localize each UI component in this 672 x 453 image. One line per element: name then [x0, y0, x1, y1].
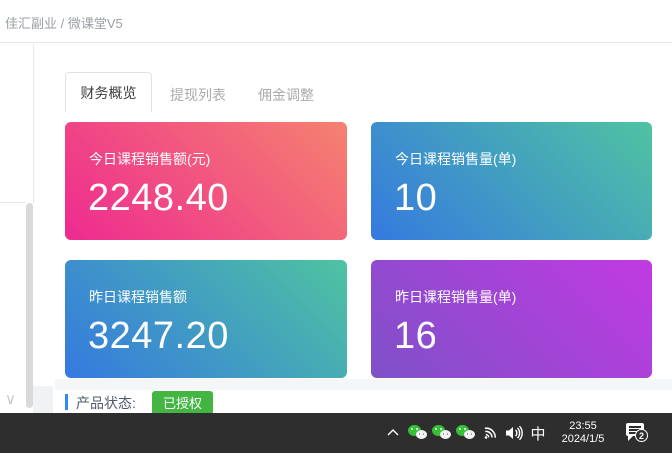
tab-commission-adjust[interactable]: 佣金调整: [258, 85, 314, 105]
wechat-icon[interactable]: [406, 413, 428, 453]
notification-count-badge: 2: [635, 429, 648, 442]
vertical-scrollbar[interactable]: [26, 203, 33, 408]
breadcrumb[interactable]: 佳汇副业 / 微课堂V5: [5, 13, 123, 32]
tray-chevron-up-icon[interactable]: [383, 413, 403, 453]
stat-card-value: 3247.20: [88, 315, 229, 358]
stat-card-label: 昨日课程销售额: [89, 287, 187, 307]
panel-gap: [55, 379, 672, 390]
wechat-icon[interactable]: [454, 413, 476, 453]
top-header: 佳汇副业 / 微课堂V5: [0, 0, 672, 43]
stat-card-label: 昨日课程销售量(单): [395, 287, 516, 307]
wechat-icon[interactable]: [430, 413, 452, 453]
left-panel-border: [33, 44, 34, 203]
section-accent-bar: [65, 394, 68, 410]
stat-card-today-sales-count: 今日课程销售量(单) 10: [371, 122, 652, 240]
stat-card-today-sales-amount: 今日课程销售额(元) 2248.40: [65, 122, 347, 240]
stat-card-yesterday-sales-count: 昨日课程销售量(单) 16: [371, 260, 652, 378]
screen: 佳汇副业 / 微课堂V5 ∨ 财务概览 提现列表 佣金调整 今日课程销售额(元)…: [0, 0, 672, 453]
stat-card-value: 2248.40: [88, 177, 229, 220]
scroll-track-strip: [33, 386, 53, 413]
stat-card-value: 10: [394, 177, 437, 220]
product-status-row: 产品状态: 已授权: [55, 390, 672, 413]
volume-icon[interactable]: [502, 413, 526, 453]
stat-card-label: 今日课程销售量(单): [395, 149, 516, 169]
ime-indicator[interactable]: 中: [528, 413, 548, 453]
collapse-chevron-icon[interactable]: ∨: [5, 390, 16, 408]
tab-withdraw-list[interactable]: 提现列表: [170, 85, 226, 105]
stat-card-value: 16: [394, 315, 437, 358]
left-panel-divider: [0, 202, 26, 203]
product-status-label: 产品状态:: [76, 393, 136, 413]
clock-date: 2024/1/5: [562, 433, 605, 446]
stat-card-yesterday-sales-amount: 昨日课程销售额 3247.20: [65, 260, 347, 378]
tab-finance-overview[interactable]: 财务概览: [65, 72, 152, 112]
stat-card-label: 今日课程销售额(元): [89, 149, 210, 169]
wifi-icon[interactable]: [479, 413, 501, 453]
action-center-icon[interactable]: 2: [620, 413, 656, 453]
taskbar-clock[interactable]: 23:55 2024/1/5: [551, 413, 615, 453]
windows-taskbar: 中 23:55 2024/1/5 2: [0, 413, 672, 453]
clock-time: 23:55: [569, 420, 597, 433]
status-badge: 已授权: [152, 391, 213, 415]
